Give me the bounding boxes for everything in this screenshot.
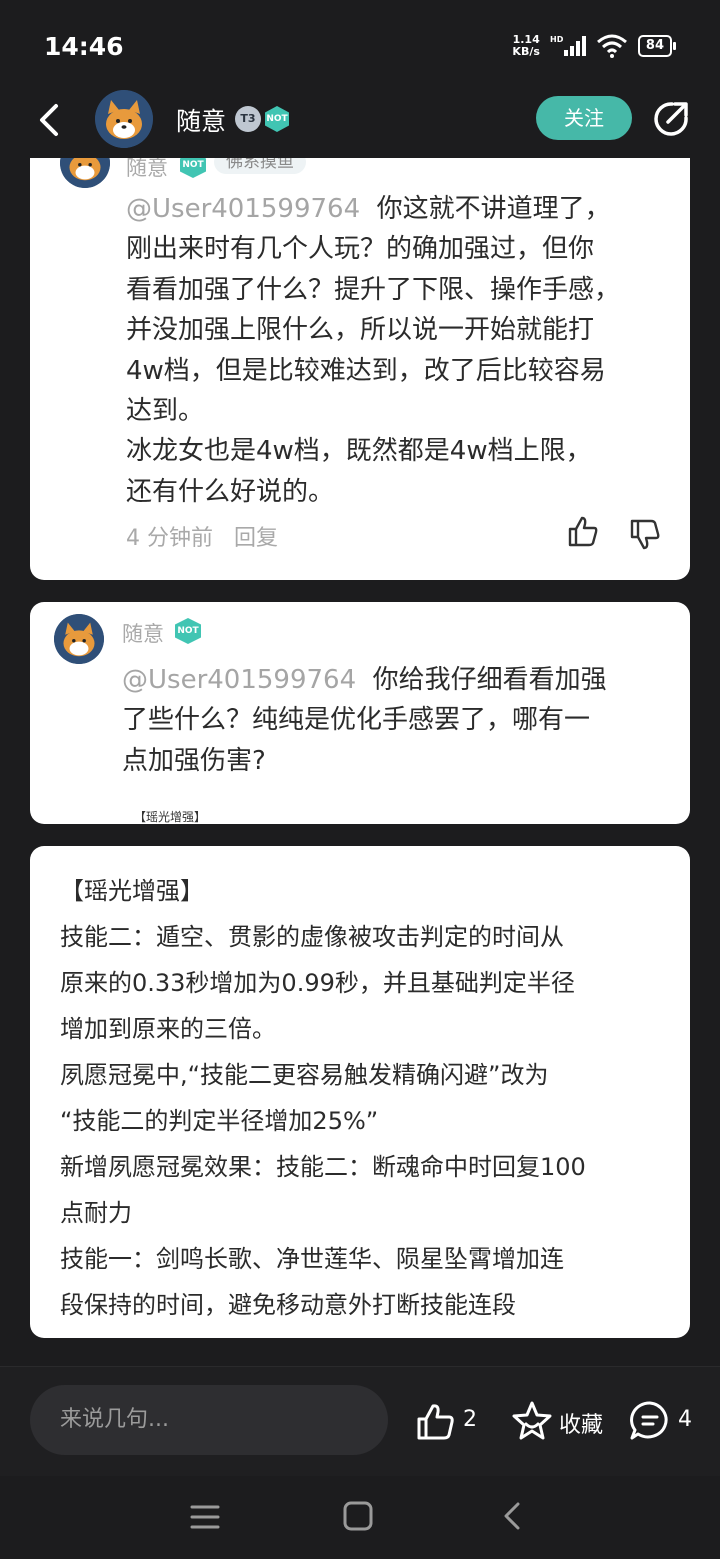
svg-text:HD: HD bbox=[550, 35, 564, 44]
author-avatar[interactable] bbox=[95, 90, 153, 148]
comment-body: @User401599764 你这就不讲道理了， 刚出来时有几个人玩？的确加强过… bbox=[126, 194, 621, 507]
follow-button[interactable]: 关注 bbox=[536, 96, 632, 140]
not-badge: NOT bbox=[175, 618, 201, 644]
back-arrow-icon[interactable] bbox=[30, 100, 70, 140]
not-badge: NOT bbox=[180, 158, 206, 178]
author-name: 随意 bbox=[176, 107, 227, 136]
comment-avatar[interactable] bbox=[54, 614, 104, 664]
app-header: 随意 T3 NOT 关注 bbox=[0, 90, 720, 162]
comment-input[interactable]: 来说几句... bbox=[30, 1385, 388, 1455]
mention-link[interactable]: @User401599764 bbox=[126, 194, 360, 224]
status-bar: 14:46 1.14 KB/s HD 84 bbox=[0, 0, 720, 90]
comment-body: @User401599764 你给我仔细看看加强 了些什么？纯纯是优化手感罢了，… bbox=[122, 665, 607, 776]
comment-card: 随意 NOT @User401599764 你给我仔细看看加强 了些什么？纯纯是… bbox=[30, 602, 690, 824]
signal-icon: HD bbox=[550, 35, 586, 56]
comment-author: 随意 bbox=[126, 158, 168, 180]
shiba-avatar-icon bbox=[60, 158, 110, 188]
comment-card: 随意 NOT 佛系摸鱼 @User401599764 你这就不讲道理了， 刚出来… bbox=[30, 158, 690, 580]
wifi-icon bbox=[596, 34, 627, 58]
not-badge: NOT bbox=[265, 106, 289, 132]
star-icon[interactable] bbox=[510, 1399, 554, 1443]
reply-button[interactable]: 回复 bbox=[234, 520, 278, 552]
bottom-action-bar: 来说几句... 2 收藏 4 bbox=[0, 1366, 720, 1477]
patch-notes-card: 【瑶光增强】 技能二：遁空、贯影的虚像被攻击判定的时间从 原来的0.33秒增加为… bbox=[30, 846, 690, 1338]
nav-back-icon[interactable] bbox=[494, 1498, 530, 1534]
comment-avatar[interactable] bbox=[60, 158, 110, 188]
menu-icon[interactable] bbox=[188, 1500, 222, 1534]
battery-indicator: 84 bbox=[637, 35, 677, 57]
share-icon[interactable] bbox=[652, 100, 690, 138]
status-time: 14:46 bbox=[44, 32, 124, 61]
status-icons: 1.14 KB/s HD 84 bbox=[512, 33, 677, 58]
comment-time: 4 分钟前 bbox=[126, 526, 213, 551]
thumb-up-icon[interactable] bbox=[566, 515, 600, 549]
like-count: 2 bbox=[463, 1407, 477, 1432]
comment-icon[interactable] bbox=[628, 1399, 672, 1443]
thumb-down-icon[interactable] bbox=[628, 517, 662, 551]
shiba-avatar-icon bbox=[54, 614, 104, 664]
collect-button[interactable]: 收藏 bbox=[559, 1407, 603, 1439]
mention-link[interactable]: @User401599764 bbox=[122, 665, 356, 695]
patch-notes-text: 【瑶光增强】 技能二：遁空、贯影的虚像被攻击判定的时间从 原来的0.33秒增加为… bbox=[60, 877, 586, 1319]
level-badge: T3 bbox=[235, 106, 261, 132]
home-icon[interactable] bbox=[340, 1498, 376, 1534]
shiba-avatar-icon bbox=[95, 90, 153, 148]
user-tag: 佛系摸鱼 bbox=[214, 158, 306, 174]
like-icon[interactable] bbox=[414, 1401, 456, 1443]
system-nav-bar bbox=[0, 1476, 720, 1559]
network-speed: 1.14 KB/s bbox=[512, 33, 540, 58]
comment-author: 随意 bbox=[122, 622, 164, 646]
comment-count: 4 bbox=[678, 1407, 692, 1432]
image-caption: 【瑶光增强】 bbox=[134, 810, 207, 824]
